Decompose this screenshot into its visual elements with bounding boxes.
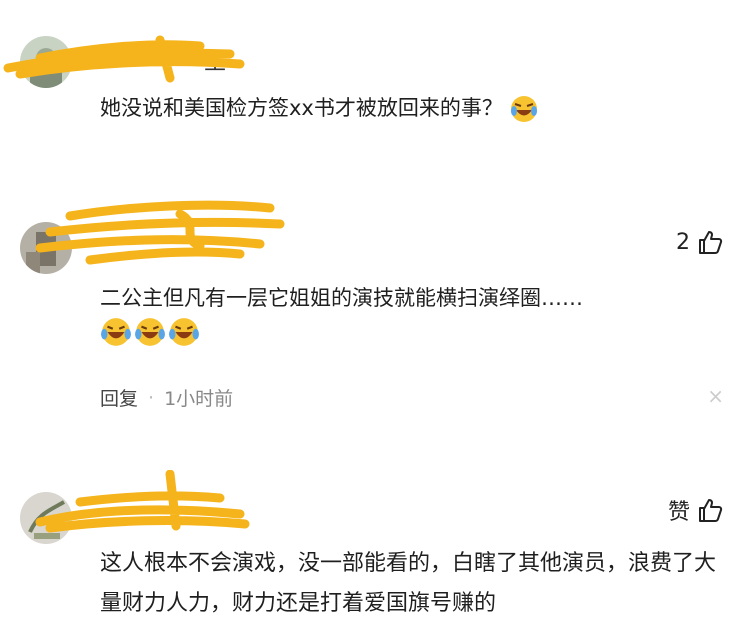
like-button[interactable]: 2 (676, 228, 724, 256)
comment-3: 赞 这人根本不会演戏，没一部能看的，白瞎了其他演员，浪费了大量财力人力，财力还是… (0, 470, 740, 644)
laughing-crying-emoji (134, 316, 165, 346)
emoji-row (100, 316, 199, 346)
redaction-scribble (35, 200, 285, 265)
laughing-crying-emoji (100, 316, 131, 346)
comment-text: 这人根本不会演戏，没一部能看的，白瞎了其他演员，浪费了大量财力人力，财力还是打着… (100, 551, 717, 616)
thumbs-up-icon (699, 499, 723, 522)
reply-button[interactable]: 回复 (100, 384, 138, 411)
comment-meta: 回复 · 1小时前 (100, 384, 233, 411)
laughing-crying-emoji (509, 94, 539, 124)
comment-text: 她没说和美国检方签xx书才被放回来的事？ (100, 90, 716, 126)
comment-2: 2 二公主但凡有一层它姐姐的演技就能横扫演绎圈…… 回复 · 1小时前 × (0, 190, 740, 430)
separator: · (148, 386, 155, 409)
avatar[interactable] (20, 36, 72, 88)
timestamp: 1小时前 (164, 388, 234, 410)
like-button[interactable]: 赞 (668, 494, 724, 526)
thumbs-up-icon (699, 231, 723, 254)
laughing-crying-emoji (168, 316, 199, 346)
avatar[interactable] (20, 222, 72, 274)
like-count: 2 (676, 229, 690, 255)
comment-text: 二公主但凡有一层它姐姐的演技就能横扫演绎圈…… (100, 286, 583, 310)
avatar[interactable] (20, 492, 72, 544)
username: 生 (204, 50, 227, 75)
comment-1: 生 她没说和美国检方签xx书才被放回来的事？ (0, 0, 740, 170)
like-label: 赞 (667, 500, 690, 525)
close-icon[interactable]: × (707, 384, 724, 408)
